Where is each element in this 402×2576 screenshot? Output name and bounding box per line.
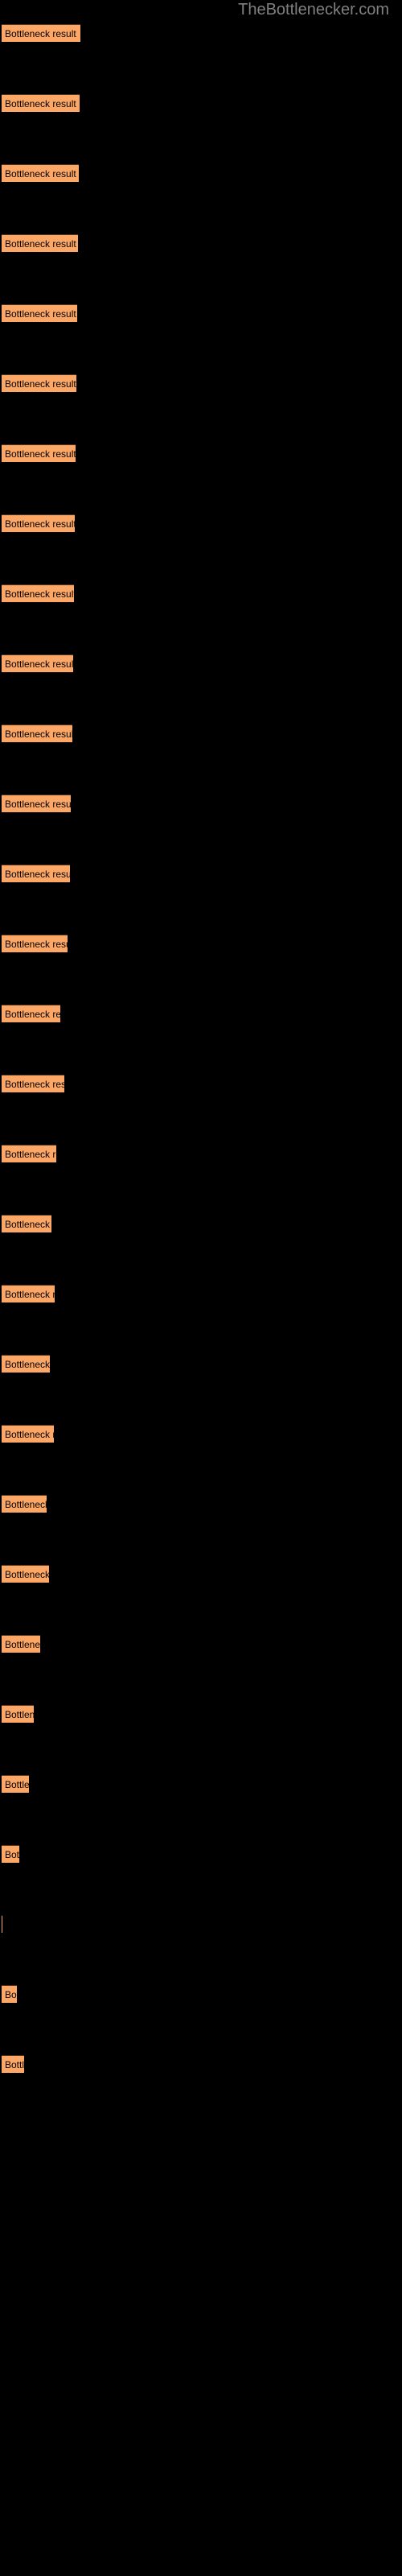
bar[interactable]: Bottleneck result xyxy=(2,94,80,112)
bar[interactable]: Bottleneck result xyxy=(2,584,74,602)
bar-row: Bottleneck result xyxy=(0,1705,402,1723)
bar[interactable]: Bottleneck result xyxy=(2,865,70,882)
bar-label: Bottleneck result xyxy=(5,1289,55,1300)
bar-label: Bottleneck result xyxy=(5,168,76,180)
bar-row: Bottleneck result xyxy=(0,1425,402,1443)
bar-label: Bottleneck result xyxy=(5,1709,34,1720)
bar-row: Bottleneck result xyxy=(0,865,402,882)
bar-label: Bottleneck result xyxy=(5,1849,19,1860)
bar-label: Bottleneck result xyxy=(5,448,76,460)
bar-label: Bottleneck result xyxy=(5,2059,24,2070)
watermark-thebottlenecker: TheBottlenecker.com xyxy=(238,1,389,19)
bar[interactable]: Bottleneck result xyxy=(2,935,68,952)
bar[interactable]: Bottleneck result xyxy=(2,1705,34,1723)
bar-label: Bottleneck result xyxy=(5,1359,50,1370)
bar-row: Bottleneck result xyxy=(0,374,402,392)
bar-label: Bottleneck result xyxy=(5,1639,40,1650)
bars-area: Bottleneck result Bottleneck result Bottle… xyxy=(0,24,402,2576)
bar-label: Bottleneck result xyxy=(5,98,76,109)
bar-label: Bottleneck result xyxy=(5,1499,47,1510)
bar[interactable]: Bottleneck result xyxy=(2,234,78,252)
bar-row: Bottleneck result xyxy=(0,94,402,112)
bar-row: Bottleneck result xyxy=(0,24,402,42)
bar-label: Bottleneck result xyxy=(5,1779,29,1790)
bar[interactable]: Bottleneck result xyxy=(2,514,75,532)
bar-label: Bottleneck result xyxy=(5,799,71,810)
bar-label: Bottleneck result xyxy=(5,378,76,390)
bar[interactable]: Bottleneck result xyxy=(2,1565,49,1583)
bar-row: Bottleneck result xyxy=(0,1005,402,1022)
bar-row: Bottleneck result xyxy=(0,1215,402,1232)
bar[interactable]: Bottleneck result xyxy=(2,1355,50,1373)
bar-row: Bottleneck result xyxy=(0,1285,402,1302)
bar-row: Bottleneck result xyxy=(0,1145,402,1162)
bar-label: Bottleneck result xyxy=(5,1079,64,1090)
bar-row: Bottleneck result xyxy=(0,795,402,812)
bar-row: Bottleneck result xyxy=(0,1845,402,1863)
bar[interactable]: Bottleneck result xyxy=(2,1075,64,1092)
bar-row: Bottleneck result xyxy=(0,234,402,252)
bar-label: Bottleneck result xyxy=(5,1569,49,1580)
bar-row: Bottleneck result xyxy=(0,1495,402,1513)
bar-label: Bottleneck result xyxy=(5,869,70,880)
bar-row: Bottleneck result xyxy=(0,935,402,952)
bar[interactable]: Bottleneck result xyxy=(2,1635,40,1653)
bar[interactable]: Bottleneck result xyxy=(2,374,76,392)
bar[interactable]: Bottleneck result xyxy=(2,795,71,812)
bar-label: Bottleneck result xyxy=(5,518,75,530)
bar[interactable]: Bottleneck result xyxy=(2,1425,54,1443)
bar[interactable]: Bottleneck result xyxy=(2,24,80,42)
chart-root: TheBottlenecker.com Bottleneck result Bot… xyxy=(0,0,402,2576)
bar-row: Bottleneck result xyxy=(0,654,402,672)
bar[interactable]: Bottleneck result xyxy=(2,1775,29,1793)
bar[interactable]: Bottleneck result xyxy=(2,1845,19,1863)
bar-row: Bottleneck result xyxy=(0,1565,402,1583)
bar-label: Bottleneck result xyxy=(5,729,72,740)
bar-label: Bottleneck result xyxy=(5,658,73,670)
bar-row: Bottleneck result xyxy=(0,584,402,602)
bar[interactable]: Bottleneck result xyxy=(2,1005,60,1022)
bar-label: Bottleneck result xyxy=(5,939,68,950)
bar[interactable]: Bottleneck result xyxy=(2,1215,51,1232)
bar-row: Bottleneck result xyxy=(0,1355,402,1373)
bar-label: Bottleneck result xyxy=(5,308,76,320)
bar-row: Bottleneck result xyxy=(0,304,402,322)
bar[interactable]: Bottleneck result xyxy=(2,1285,55,1302)
bar[interactable]: Bottleneck result xyxy=(2,724,72,742)
bar[interactable]: Bottleneck result xyxy=(2,654,73,672)
bar-label: Bottleneck result xyxy=(5,238,76,250)
bar[interactable]: Bottleneck result xyxy=(2,2055,24,2073)
bar-label: Bottleneck result xyxy=(5,1149,56,1160)
bar[interactable]: Bottleneck result xyxy=(2,1495,47,1513)
bar[interactable]: Bottleneck result xyxy=(2,164,79,182)
bar-row: Bottleneck result xyxy=(0,164,402,182)
bar-label: Bottleneck result xyxy=(5,1219,51,1230)
bar-row: Bottleneck result xyxy=(0,1985,402,2003)
bar-row: Bottleneck result xyxy=(0,1075,402,1092)
bar-row: Bottleneck result xyxy=(0,1635,402,1653)
bar[interactable]: Bottleneck result xyxy=(2,304,77,322)
bar-label: Bottleneck result xyxy=(5,588,74,600)
bar-row: Bottleneck result xyxy=(0,724,402,742)
bar[interactable]: Bottleneck result xyxy=(2,1145,56,1162)
bar-row: Bottleneck result xyxy=(0,2055,402,2073)
bar-row: Bottleneck result xyxy=(0,1775,402,1793)
bar-label: Bottleneck result xyxy=(5,1429,54,1440)
bar[interactable]: Bottleneck result xyxy=(2,1985,17,2003)
bar-row: Bottleneck result xyxy=(0,444,402,462)
bar[interactable]: Bottleneck result xyxy=(2,444,76,462)
bar-label: Bottleneck result xyxy=(5,1009,60,1020)
bar-label: Bottleneck result xyxy=(5,1989,17,2000)
bar-label: Bottleneck result xyxy=(5,28,76,39)
bar-row: Bottleneck result xyxy=(0,514,402,532)
bar-row: Bottleneck result xyxy=(0,1915,402,1933)
